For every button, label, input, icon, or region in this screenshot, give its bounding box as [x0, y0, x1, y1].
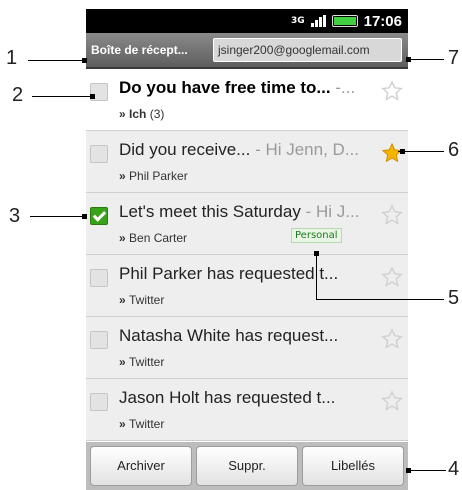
message-row[interactable]: Phil Parker has requested t... » Twitter: [86, 255, 408, 317]
select-checkbox[interactable]: [90, 331, 108, 349]
callout-line-7: [408, 59, 444, 60]
labels-button[interactable]: Libellés: [302, 446, 404, 486]
action-bar: Archiver Suppr. Libellés: [86, 442, 408, 490]
callout-dot-4: [406, 468, 411, 473]
select-checkbox[interactable]: [90, 269, 108, 287]
select-checkbox[interactable]: [90, 393, 108, 411]
message-sender: » Ben Carter: [119, 231, 188, 245]
message-sender: » Twitter: [119, 417, 165, 431]
callout-line-1: [28, 60, 86, 61]
network-3g-icon: 3G: [290, 16, 305, 26]
callout-dot-6: [400, 149, 405, 154]
message-subject: Let's meet this Saturday - Hi J...: [119, 202, 360, 221]
message-list: Do you have free time to... -... » Ich (…: [86, 69, 408, 441]
message-row[interactable]: Natasha White has request... » Twitter: [86, 317, 408, 379]
message-sender: » Ich (3): [119, 107, 165, 121]
callout-line-3: [30, 216, 84, 217]
message-subject: Did you receive... - Hi Jenn, D...: [119, 140, 359, 159]
callout-dot-3: [82, 214, 87, 219]
mailbox-header: Boîte de récept... jsinger200@googlemail…: [86, 33, 408, 69]
callout-dot-5: [314, 251, 319, 256]
star-icon[interactable]: [381, 80, 403, 102]
message-subject: Jason Holt has requested t...: [119, 388, 336, 407]
callout-5: 5: [448, 287, 460, 309]
message-subject: Do you have free time to... -...: [119, 78, 356, 97]
archive-button[interactable]: Archiver: [90, 446, 192, 486]
callout-line-5b: [316, 299, 444, 300]
callout-4: 4: [448, 458, 460, 480]
message-sender: » Twitter: [119, 355, 165, 369]
callout-2: 2: [12, 84, 24, 106]
signal-icon: [310, 15, 326, 27]
battery-icon: [331, 15, 358, 27]
message-subject: Natasha White has request...: [119, 326, 339, 345]
callout-3: 3: [9, 205, 21, 227]
star-icon[interactable]: [381, 266, 403, 288]
select-checkbox[interactable]: [90, 207, 108, 225]
message-row[interactable]: Did you receive... - Hi Jenn, D... » Phi…: [86, 131, 408, 193]
label-tag: Personal: [291, 228, 342, 243]
callout-6: 6: [448, 139, 460, 161]
account-selector[interactable]: jsinger200@googlemail.com: [213, 38, 402, 62]
clock: 17:06: [363, 12, 402, 30]
message-subject: Phil Parker has requested t...: [119, 264, 339, 283]
folder-title[interactable]: Boîte de récept...: [91, 43, 209, 57]
callout-dot-2: [90, 94, 95, 99]
callout-line-4: [408, 470, 446, 471]
message-row[interactable]: Jason Holt has requested t... » Twitter: [86, 379, 408, 441]
star-icon[interactable]: [381, 204, 403, 226]
star-icon[interactable]: [381, 390, 403, 412]
select-checkbox[interactable]: [90, 145, 108, 163]
callout-dot-1: [82, 58, 87, 63]
callout-line-5a: [316, 253, 317, 299]
status-bar: 3G 17:06: [86, 9, 408, 33]
callout-line-2: [32, 96, 92, 97]
message-row[interactable]: Let's meet this Saturday - Hi J... » Ben…: [86, 193, 408, 255]
star-icon[interactable]: [381, 328, 403, 350]
message-sender: » Twitter: [119, 293, 165, 307]
callout-dot-7: [406, 57, 411, 62]
callout-7: 7: [448, 47, 460, 69]
delete-button[interactable]: Suppr.: [196, 446, 298, 486]
message-sender: » Phil Parker: [119, 169, 188, 183]
message-row[interactable]: Do you have free time to... -... » Ich (…: [86, 69, 408, 131]
phone-screen: 3G 17:06 Boîte de récept... jsinger200@g…: [86, 9, 408, 490]
callout-1: 1: [6, 47, 18, 69]
